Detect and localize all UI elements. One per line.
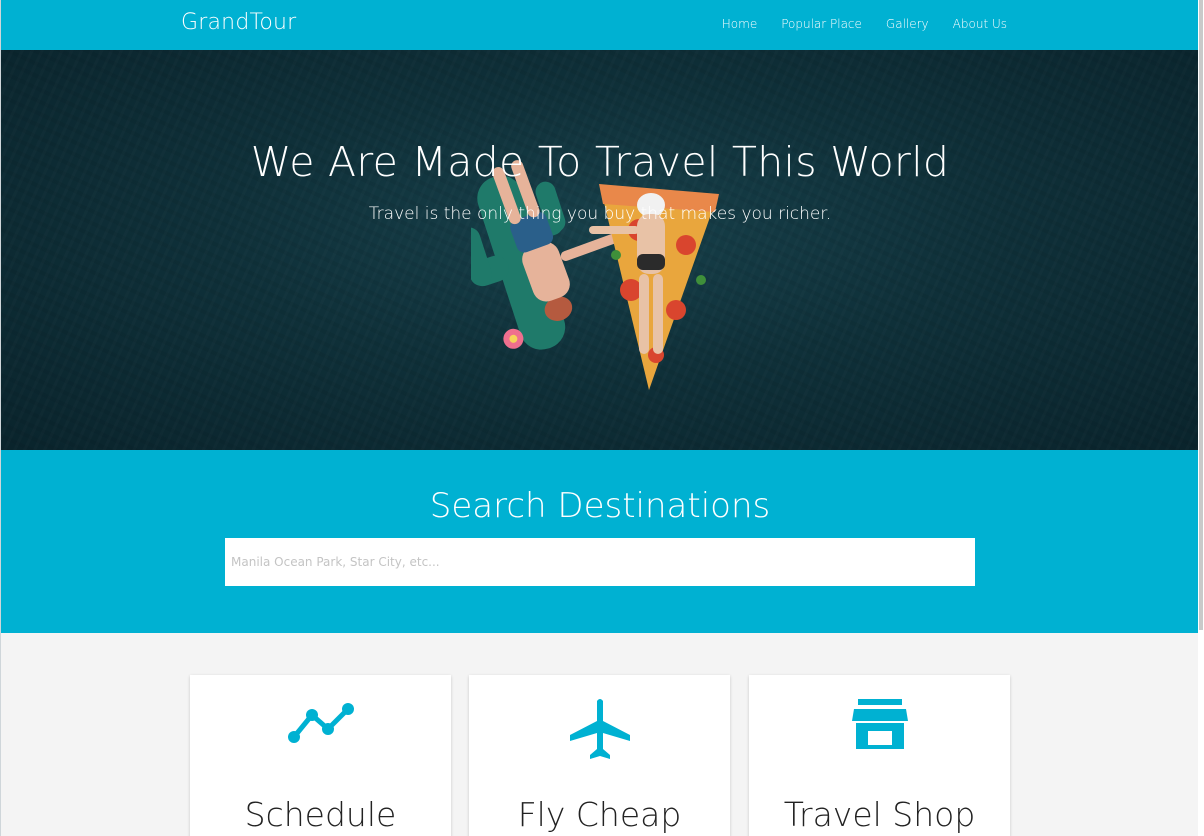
search-section: Search Destinations [1,450,1198,633]
nav-item-about-us[interactable]: About Us [953,17,1007,31]
nav-item-gallery[interactable]: Gallery [886,17,929,31]
page: GrandTour Home Popular Place Gallery Abo… [0,0,1198,836]
nav-item-popular-place[interactable]: Popular Place [781,17,862,31]
store-icon [851,699,908,749]
hero-photo-floaties [471,160,719,390]
features-section: Schedule Fly Cheap Travel Shop [1,633,1198,836]
nav-item-home[interactable]: Home [722,17,757,31]
scrollbar-thumb[interactable] [1199,0,1203,630]
hero-banner: We Are Made To Travel This World Travel … [1,50,1198,450]
brand-logo[interactable]: GrandTour [181,10,296,35]
search-title: Search Destinations [429,486,771,526]
search-destinations-input[interactable] [225,538,975,586]
nav-links: Home Popular Place Gallery About Us [722,17,1007,31]
navbar: GrandTour Home Popular Place Gallery Abo… [1,0,1198,50]
feature-card-schedule[interactable]: Schedule [190,675,451,836]
feature-title-schedule: Schedule [244,795,397,834]
hero-subtitle: Travel is the only thing you buy that ma… [368,204,832,224]
feature-title-fly-cheap: Fly Cheap [517,795,682,834]
timeline-icon [287,703,354,743]
scrollbar[interactable] [1198,0,1204,836]
feature-card-fly-cheap[interactable]: Fly Cheap [469,675,730,836]
hero-title: We Are Made To Travel This World [250,138,950,186]
airplane-icon [569,699,630,759]
feature-card-travel-shop[interactable]: Travel Shop [749,675,1010,836]
feature-title-travel-shop: Travel Shop [783,795,976,834]
